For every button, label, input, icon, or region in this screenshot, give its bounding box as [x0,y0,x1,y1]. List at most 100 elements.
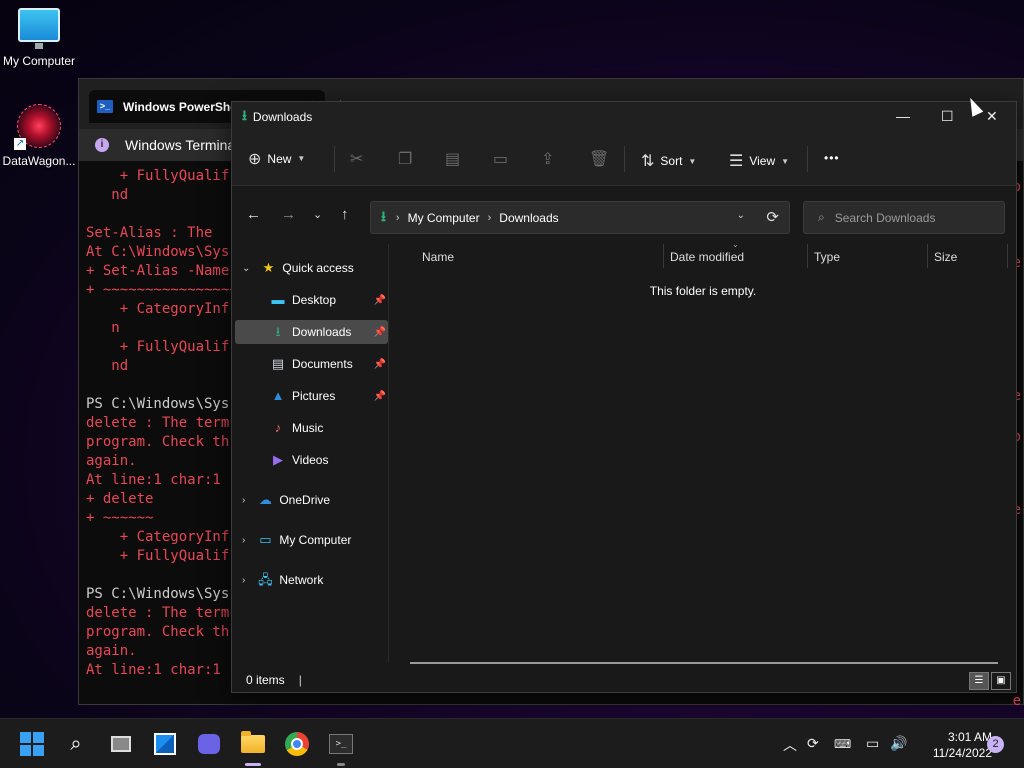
sidebar-item-music[interactable]: ♪ Music [270,416,388,440]
nav-my-computer[interactable]: › ▭ My Computer [242,528,351,552]
content-area: ⌄ ★ Quick access ▬ Desktop 📌 ⭳ Downloads 📌 ▤ Do… [232,240,1016,664]
clipped-console-text: e [1012,693,1021,709]
new-label: New [267,151,292,166]
network-status-icon[interactable]: ▭ [866,735,879,752]
toolbar-divider [334,146,335,172]
terminal-tab-title: Windows PowerShell [123,99,244,114]
chat-icon [198,734,220,754]
breadcrumb-item[interactable]: My Computer [408,211,480,225]
recent-locations-chevron-icon[interactable]: ⌄ [313,208,322,221]
monitor-icon: ▭ [259,532,272,547]
chevron-down-icon[interactable]: ⌄ [242,263,250,274]
sync-status-icon[interactable]: ⟳ [807,735,819,752]
sidebar-item-pictures[interactable]: ▲ Pictures 📌 [270,384,388,408]
sort-icon: ⇅ [641,153,655,170]
nav-label: OneDrive [279,493,331,507]
up-arrow-icon[interactable]: ↑ [341,206,349,223]
horizontal-scrollbar[interactable] [410,662,998,664]
volume-icon[interactable]: 🔊 [890,735,907,752]
plus-circle-icon: ⊕ [248,150,262,168]
breadcrumb-item[interactable]: Downloads [499,211,558,225]
title-bar[interactable]: ⭳ Downloads — ☐ ✕ [232,102,1016,132]
maximize-button[interactable]: ☐ [941,108,954,125]
document-icon: ▤ [271,356,285,371]
sidebar-item-documents[interactable]: ▤ Documents 📌 [270,352,388,376]
taskbar-search-icon[interactable]: ⌕ [63,731,89,757]
delete-icon[interactable]: 🗑 [589,149,609,169]
show-hidden-icons-chevron-icon[interactable]: ︿ [783,735,797,755]
nav-network[interactable]: › 🖧 Network [242,568,323,592]
view-button[interactable]: ☰ View ▼ [729,151,789,171]
sidebar-item-downloads[interactable]: ⭳ Downloads 📌 [235,320,388,344]
chat-button[interactable] [196,731,222,757]
column-header-date-modified[interactable]: Date modified [670,244,744,270]
keyboard-icon[interactable]: ⌨ [834,737,851,751]
pin-icon: 📌 [373,390,386,402]
item-count: 0 items [246,673,285,687]
chevron-down-icon: ▼ [297,154,306,163]
start-button[interactable] [19,731,45,757]
more-options-icon[interactable]: ••• [824,151,840,165]
large-icons-view-button[interactable]: ▣ [991,672,1011,690]
address-bar[interactable]: ⭳ › My Computer › Downloads ⌄ ⟳ [370,201,790,234]
sort-button[interactable]: ⇅ Sort ▼ [641,151,696,171]
command-bar: ⊕ New ▼ ✂ ❐ ▤ ▭ ⇪ 🗑 ⇅ Sort ▼ ☰ View ▼ ••… [232,132,1016,186]
chevron-right-icon[interactable]: › [242,575,245,586]
sort-label: Sort [660,154,683,168]
desktop-icon-datawagon[interactable]: DataWagon... [0,104,78,168]
column-divider[interactable] [1007,244,1008,268]
chrome-taskbar-button[interactable] [284,731,310,757]
chevron-right-icon[interactable]: › [242,495,245,506]
sidebar-item-videos[interactable]: ▶ Videos [270,448,388,472]
column-header-name[interactable]: Name [422,244,454,270]
column-header-type[interactable]: Type [814,244,840,270]
chevron-down-icon: ▼ [688,156,697,166]
desktop-icon-label: DataWagon... [2,154,76,168]
back-arrow-icon[interactable]: ← [246,206,261,223]
task-view-button[interactable] [108,731,134,757]
minimize-button[interactable]: — [896,108,910,124]
desktop-icon-my-computer[interactable]: My Computer [0,8,78,68]
music-icon: ♪ [274,420,282,435]
nav-quick-access[interactable]: ⌄ ★ Quick access [242,256,354,280]
search-input[interactable]: ⌕ Search Downloads [803,201,1005,234]
download-icon: ⭳ [275,324,281,339]
details-view-button[interactable]: ☰ [969,672,989,690]
pin-icon: 📌 [373,358,386,370]
close-button[interactable]: ✕ [986,108,998,125]
terminal-icon: >_ [329,734,353,754]
breadcrumb-chevron-icon[interactable]: › [488,212,492,224]
file-list[interactable]: Name ⌄ Date modified Type Size This fold… [390,240,1016,664]
share-icon[interactable]: ⇪ [541,149,554,169]
nav-onedrive[interactable]: › ☁ OneDrive [242,488,330,512]
column-divider[interactable] [663,244,664,268]
cut-icon[interactable]: ✂ [350,149,363,169]
column-header-size[interactable]: Size [934,244,957,270]
address-dropdown-icon[interactable]: ⌄ [737,210,745,221]
clock[interactable]: 3:01 AM 11/24/2022 [912,729,992,761]
nav-label: Music [292,421,324,435]
terminal-taskbar-button[interactable]: >_ [328,731,354,757]
notification-badge[interactable]: 2 [987,736,1004,753]
new-button[interactable]: ⊕ New ▼ [248,149,305,169]
paste-icon[interactable]: ▤ [445,149,460,169]
rename-icon[interactable]: ▭ [493,149,508,169]
pin-icon: 📌 [373,326,386,338]
file-explorer-window[interactable]: ⭳ Downloads — ☐ ✕ ⊕ New ▼ ✂ ❐ ▤ ▭ ⇪ 🗑 ⇅ … [231,101,1017,693]
breadcrumb-chevron-icon[interactable]: › [396,212,400,224]
chevron-right-icon[interactable]: › [242,535,245,546]
view-lines-icon: ☰ [729,153,744,170]
column-divider[interactable] [807,244,808,268]
status-bar: 0 items | ☰ ▣ [232,668,1016,692]
forward-arrow-icon[interactable]: → [281,206,296,223]
window-title: Downloads [252,110,313,124]
refresh-icon[interactable]: ⟳ [766,208,779,226]
widgets-button[interactable] [152,731,178,757]
desktop-icon: ▬ [271,292,285,307]
toolbar-divider [624,146,625,172]
shortcut-arrow-icon: ↗ [14,138,26,150]
sidebar-item-desktop[interactable]: ▬ Desktop 📌 [270,288,388,312]
copy-icon[interactable]: ❐ [398,149,412,169]
column-divider[interactable] [927,244,928,268]
file-explorer-taskbar-button[interactable] [240,731,266,757]
